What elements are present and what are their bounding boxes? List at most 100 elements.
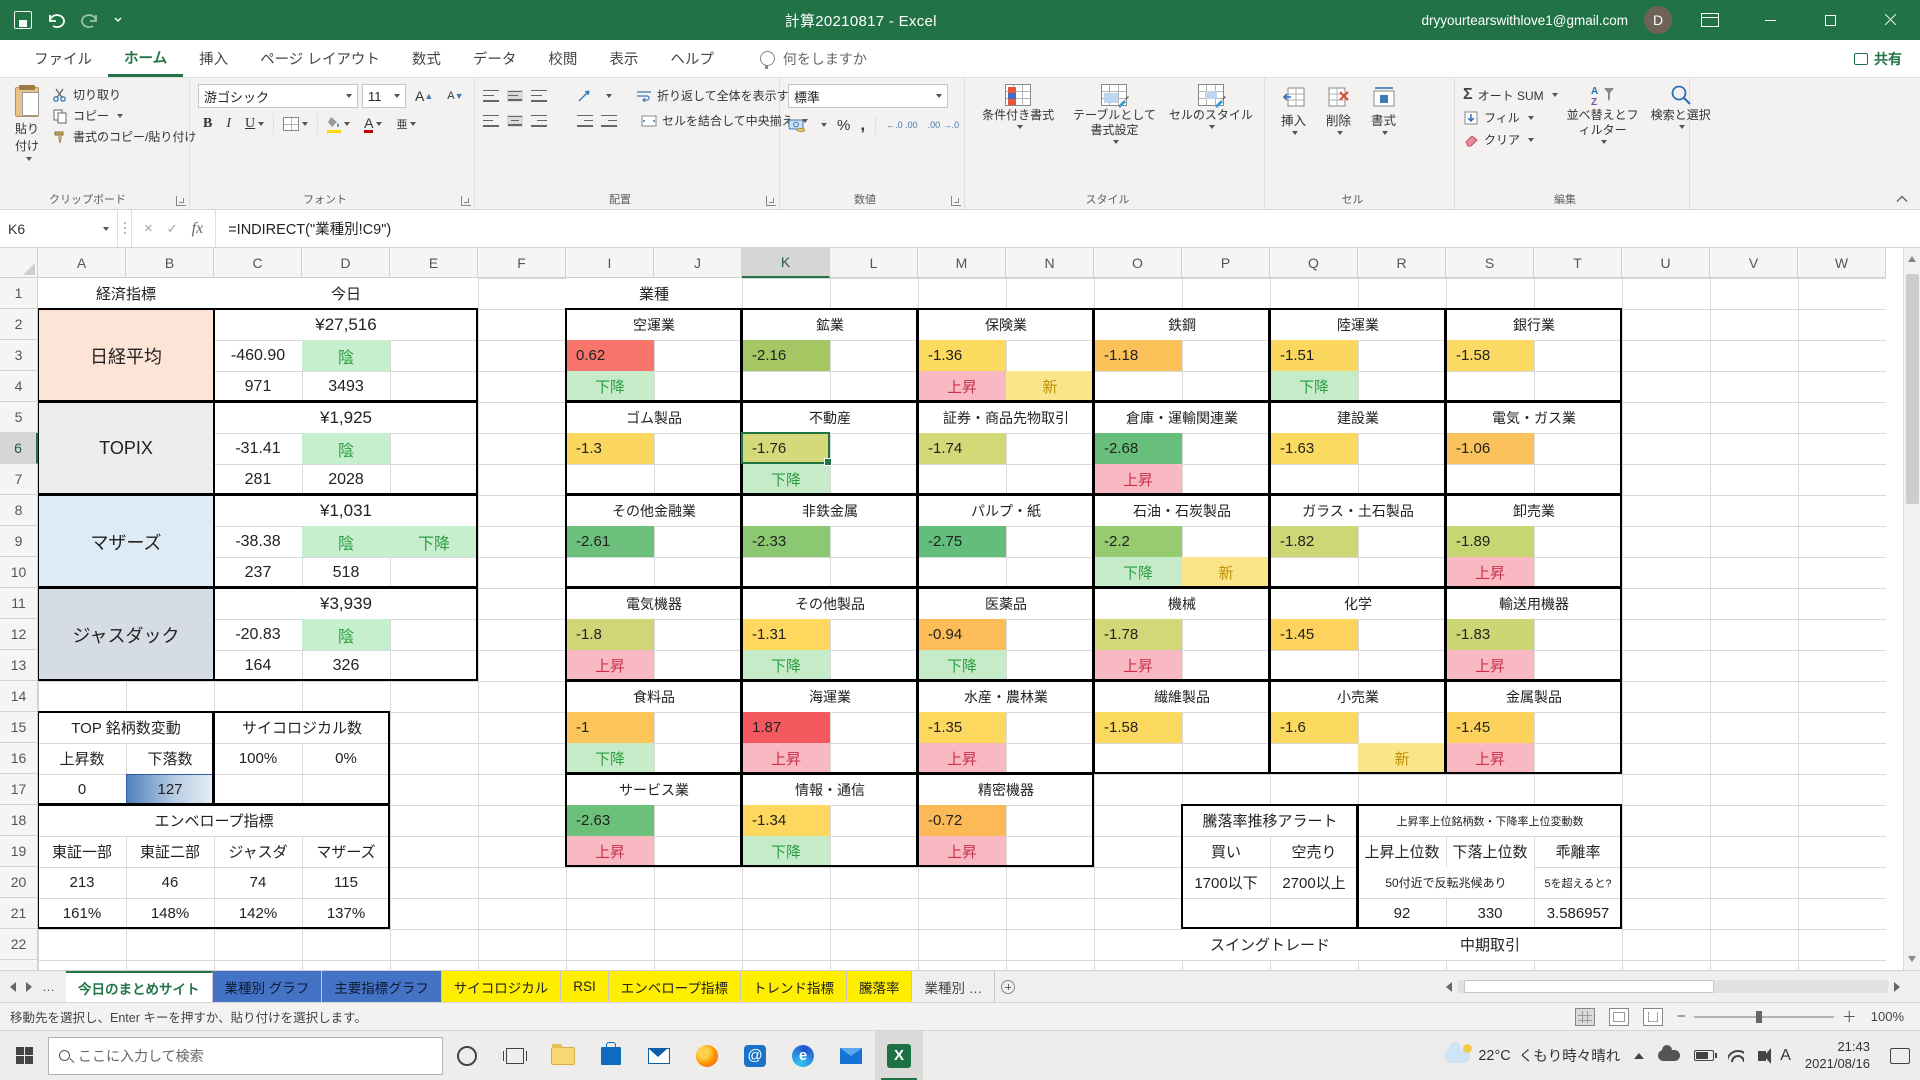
zoom-handle[interactable] (1756, 1011, 1762, 1023)
cell-S9[interactable]: -1.89 (1446, 526, 1534, 557)
cell-D21[interactable]: 137% (302, 898, 390, 929)
start-button[interactable] (0, 1031, 48, 1080)
cell-K19[interactable]: 下降 (742, 836, 830, 867)
speaker-icon[interactable] (1758, 1051, 1766, 1061)
col-header-S[interactable]: S (1446, 248, 1534, 278)
cell-D10[interactable]: 518 (302, 557, 390, 588)
accounting-format-icon[interactable] (788, 118, 808, 133)
cell-I17[interactable]: サービス業 (566, 774, 742, 805)
row-header-15[interactable]: 15 (0, 712, 38, 743)
excel-taskbar-button[interactable]: X (875, 1031, 923, 1080)
name-box[interactable]: K6 (0, 210, 118, 247)
col-header-C[interactable]: C (214, 248, 302, 278)
row-header-18[interactable]: 18 (0, 805, 38, 836)
cell-A21[interactable]: 161% (38, 898, 126, 929)
tell-me-search[interactable]: 何をしますか (760, 49, 867, 69)
cell-I18[interactable]: -2.63 (566, 805, 654, 836)
outlook-button[interactable]: @ (731, 1031, 779, 1080)
cell-M2[interactable]: 保険業 (918, 309, 1094, 340)
cell-Q4[interactable]: 下降 (1270, 371, 1358, 402)
sort-filter-button[interactable]: AZ 並べ替えとフィルター (1564, 84, 1642, 189)
zoom-slider[interactable]: − ＋ (1677, 1006, 1857, 1027)
cell-S14[interactable]: 金属製品 (1446, 681, 1622, 712)
cell-C21[interactable]: 142% (214, 898, 302, 929)
cell-A17[interactable]: 0 (38, 774, 126, 805)
sheet-tab-6[interactable]: トレンド指標 (741, 971, 847, 1002)
grid-body[interactable]: 経済指標今日業種日経平均¥27,516-460.90陰9713493TOPIX¥… (38, 278, 1886, 970)
row-header-2[interactable]: 2 (0, 309, 38, 340)
row-header-7[interactable]: 7 (0, 464, 38, 495)
cell-D7[interactable]: 2028 (302, 464, 390, 495)
vertical-scrollbar[interactable] (1903, 248, 1920, 970)
row-header-10[interactable]: 10 (0, 557, 38, 588)
cell-I19[interactable]: 上昇 (566, 836, 654, 867)
sheet-tab-3[interactable]: サイコロジカル (442, 971, 562, 1002)
cell-C5[interactable]: ¥1,925 (214, 402, 478, 433)
cell-M13[interactable]: 下降 (918, 650, 1006, 681)
font-size-combo[interactable]: 11 (362, 84, 406, 108)
cell-K18[interactable]: -1.34 (742, 805, 830, 836)
cell-B20[interactable]: 46 (126, 867, 214, 898)
cut-button[interactable]: 切り取り (52, 86, 196, 103)
save-icon[interactable] (14, 11, 32, 29)
cortana-button[interactable] (443, 1031, 491, 1080)
cell-E9[interactable]: 下降 (390, 526, 478, 557)
cell-Q2[interactable]: 陸運業 (1270, 309, 1446, 340)
col-header-N[interactable]: N (1006, 248, 1094, 278)
row-header-3[interactable]: 3 (0, 340, 38, 371)
row-header-14[interactable]: 14 (0, 681, 38, 712)
cell-Q8[interactable]: ガラス・土石製品 (1270, 495, 1446, 526)
cell-C1[interactable]: 今日 (214, 278, 478, 309)
horizontal-scrollbar[interactable] (1458, 980, 1888, 993)
ribbon-tab-7[interactable]: 表示 (593, 40, 654, 77)
cell-O14[interactable]: 繊維製品 (1094, 681, 1270, 712)
cell-I16[interactable]: 下降 (566, 743, 654, 774)
underline-button[interactable]: U (240, 116, 269, 132)
cell-C10[interactable]: 237 (214, 557, 302, 588)
cell-M15[interactable]: -1.35 (918, 712, 1006, 743)
cell-B21[interactable]: 148% (126, 898, 214, 929)
sheet-list-ellipsis[interactable]: … (42, 979, 56, 994)
cell-O6[interactable]: -2.68 (1094, 433, 1182, 464)
cell-A16[interactable]: 上昇数 (38, 743, 126, 774)
cell-P20[interactable]: 1700以下 (1182, 867, 1270, 898)
collapse-ribbon-icon[interactable] (1896, 195, 1908, 203)
cell-I11[interactable]: 電気機器 (566, 588, 742, 619)
cell-R18[interactable]: 上昇率上位銘柄数・下降率上位変動数 (1358, 805, 1622, 836)
cell-C20[interactable]: 74 (214, 867, 302, 898)
clock[interactable]: 21:43 2021/08/16 (1805, 1039, 1870, 1073)
mail-button[interactable] (635, 1031, 683, 1080)
onedrive-icon[interactable] (1658, 1050, 1680, 1061)
cell-Q19[interactable]: 空売り (1270, 836, 1358, 867)
cell-styles-button[interactable]: セルのスタイル (1166, 84, 1256, 189)
page-layout-view-button[interactable] (1609, 1008, 1629, 1026)
cell-K16[interactable]: 上昇 (742, 743, 830, 774)
row-header-22[interactable]: 22 (0, 929, 38, 960)
cell-A5[interactable]: TOPIX (38, 402, 214, 495)
cell-I6[interactable]: -1.3 (566, 433, 654, 464)
cell-S15[interactable]: -1.45 (1446, 712, 1534, 743)
cell-I12[interactable]: -1.8 (566, 619, 654, 650)
row-header-6[interactable]: 6 (0, 433, 38, 464)
cell-S10[interactable]: 上昇 (1446, 557, 1534, 588)
action-center-icon[interactable] (1890, 1048, 1910, 1064)
col-header-I[interactable]: I (566, 248, 654, 278)
cell-I3[interactable]: 0.62 (566, 340, 654, 371)
quick-access-chevron-icon[interactable] (114, 16, 122, 24)
align-right-icon[interactable] (531, 115, 547, 127)
cell-Q5[interactable]: 建設業 (1270, 402, 1446, 433)
edge-button[interactable]: e (779, 1031, 827, 1080)
cell-O2[interactable]: 鉄鋼 (1094, 309, 1270, 340)
cell-M4[interactable]: 上昇 (918, 371, 1006, 402)
font-color-button[interactable]: A (359, 116, 387, 133)
cancel-entry-icon[interactable]: × (144, 220, 153, 237)
file-explorer-button[interactable] (539, 1031, 587, 1080)
cell-D19[interactable]: マザーズ (302, 836, 390, 867)
cell-P10[interactable]: 新 (1182, 557, 1270, 588)
weather-widget[interactable]: 22°C くもり時々晴れ (1444, 1045, 1620, 1066)
ime-indicator[interactable]: A (1780, 1047, 1791, 1065)
hscroll-right-icon[interactable] (1894, 982, 1900, 992)
cell-K15[interactable]: 1.87 (742, 712, 830, 743)
copy-button[interactable]: コピー (52, 107, 196, 124)
ribbon-tab-3[interactable]: ページ レイアウト (244, 40, 396, 77)
